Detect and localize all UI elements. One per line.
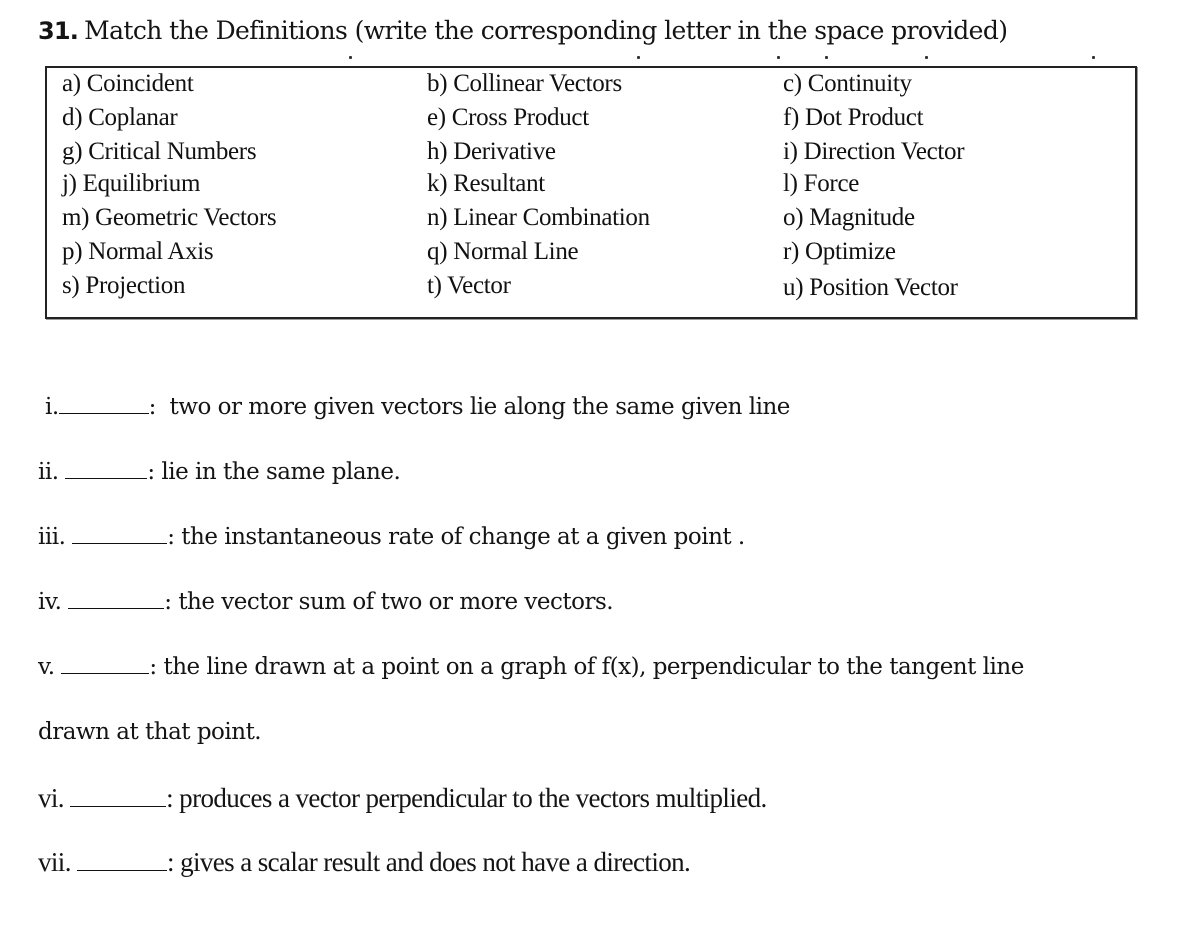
- term-item: b) Collinear Vectors: [427, 70, 622, 97]
- question-item: vi. : produces a vector perpendicular to…: [38, 783, 767, 814]
- scan-speck: [637, 56, 640, 59]
- answer-blank[interactable]: [61, 672, 150, 674]
- question-definition: gives a scalar result and does not have …: [180, 847, 691, 877]
- question-colon: :: [167, 847, 181, 877]
- term-item: d) Coplanar: [62, 104, 178, 131]
- question-numeral: vii.: [38, 847, 71, 877]
- term-item: f) Dot Product: [783, 104, 924, 131]
- scan-speck: [349, 56, 352, 59]
- answer-blank[interactable]: [70, 805, 167, 807]
- term-item: s) Projection: [62, 272, 186, 299]
- question-item: ii. : lie in the same plane.: [38, 459, 401, 485]
- question-definition: the vector sum of two or more vectors.: [178, 589, 614, 615]
- question-colon: :: [167, 524, 182, 550]
- term-item: g) Critical Numbers: [62, 138, 257, 165]
- question-item: i.: two or more given vectors lie along …: [45, 394, 790, 420]
- term-item: l) Force: [783, 170, 860, 197]
- answer-blank[interactable]: [77, 869, 168, 871]
- term-item: t) Vector: [427, 272, 511, 299]
- term-item: o) Magnitude: [783, 204, 915, 231]
- term-item: e) Cross Product: [427, 104, 589, 131]
- question-item: iv. : the vector sum of two or more vect…: [38, 589, 614, 615]
- question-colon: :: [166, 783, 180, 813]
- question-colon: :: [164, 589, 179, 615]
- question-title: 31. Match the Definitions (write the corr…: [38, 16, 1008, 45]
- question-colon: :: [147, 459, 162, 485]
- question-definition: lie in the same plane.: [161, 459, 401, 485]
- term-item: k) Resultant: [427, 170, 545, 197]
- question-item: iii. : the instantaneous rate of change …: [38, 524, 745, 550]
- question-definition: the instantaneous rate of change at a gi…: [181, 524, 745, 550]
- question-item: v. : the line drawn at a point on a grap…: [38, 654, 1024, 680]
- question-numeral: i.: [45, 394, 59, 420]
- scan-artifacts: [0, 56, 1200, 62]
- question-definition: two or more given vectors lie along the …: [169, 394, 791, 420]
- term-item: m) Geometric Vectors: [62, 204, 277, 231]
- term-item: a) Coincident: [62, 70, 194, 97]
- term-bank: [45, 66, 1137, 319]
- term-item: c) Continuity: [783, 70, 912, 97]
- scan-speck: [925, 56, 928, 59]
- question-item: vii. : gives a scalar result and does no…: [38, 847, 691, 878]
- question-numeral: iii.: [38, 524, 66, 550]
- answer-blank[interactable]: [72, 542, 168, 544]
- question-definition: produces a vector perpendicular to the v…: [179, 783, 767, 813]
- question-numeral: v.: [38, 654, 55, 680]
- question-numeral: ii.: [38, 459, 59, 485]
- term-item: u) Position Vector: [783, 274, 958, 301]
- question-definition: the line drawn at a point on a graph of …: [163, 654, 1024, 680]
- question-continuation: drawn at that point.: [38, 719, 262, 745]
- scan-speck: [777, 56, 780, 59]
- question-colon: :: [149, 654, 164, 680]
- answer-blank[interactable]: [58, 412, 149, 414]
- question-numeral: vi.: [38, 783, 65, 813]
- term-item: p) Normal Axis: [62, 238, 214, 265]
- term-item: j) Equilibrium: [62, 170, 201, 197]
- scan-speck: [825, 56, 828, 59]
- term-item: r) Optimize: [783, 238, 896, 265]
- term-item: q) Normal Line: [427, 238, 579, 265]
- question-instructions: Match the Definitions (write the corresp…: [84, 16, 1008, 45]
- question-colon: :: [148, 394, 170, 420]
- answer-blank[interactable]: [68, 607, 165, 609]
- term-item: n) Linear Combination: [427, 204, 650, 231]
- question-numeral: iv.: [38, 589, 62, 615]
- term-item: h) Derivative: [427, 138, 556, 165]
- answer-blank[interactable]: [65, 477, 148, 479]
- question-number: 31.: [38, 17, 79, 45]
- scan-speck: [1092, 56, 1095, 59]
- term-item: i) Direction Vector: [783, 138, 965, 165]
